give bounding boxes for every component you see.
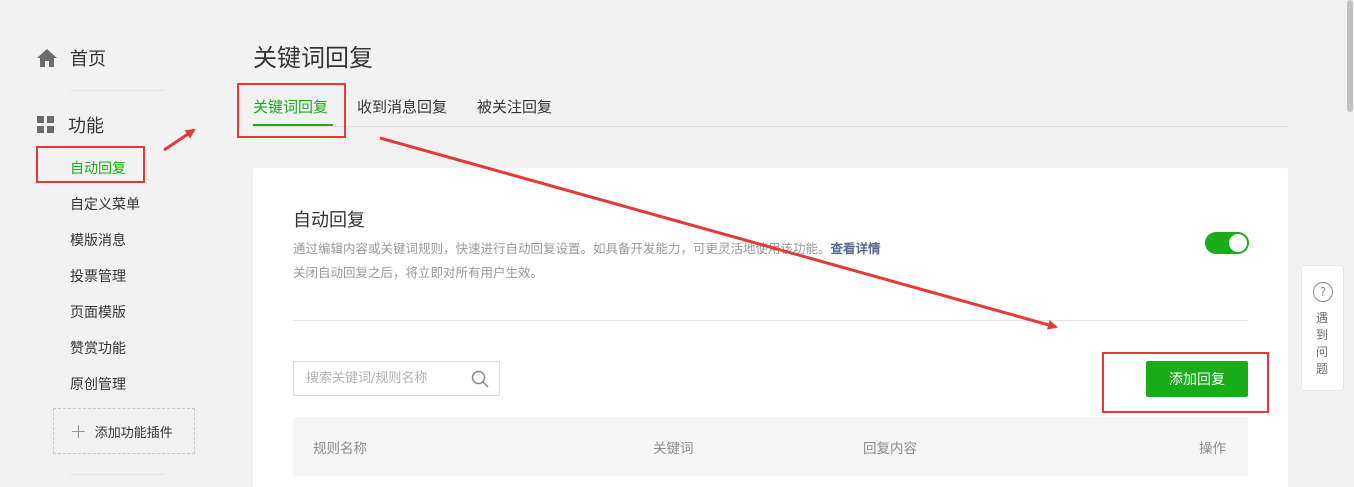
tab-keyword-reply[interactable]: 关键词回复 [253,96,328,117]
sidebar-home-label: 首页 [70,49,106,70]
sidebar: 首页 功能 自动回复 自定义菜单 模版消息 投票管理 页面模版 赞赏功能 原创管… [0,0,210,487]
search-icon[interactable] [471,370,489,388]
sidebar-item-auto-reply[interactable]: 自动回复 [70,158,126,178]
scrollbar-thumb[interactable] [1347,0,1353,112]
grid-icon [37,116,54,133]
plus-icon: + [70,419,87,443]
sidebar-divider-bottom [70,474,165,475]
card-divider [293,320,1248,321]
home-icon [37,49,57,67]
column-reply-content: 回复内容 [863,441,917,457]
add-plugin-button[interactable]: + 添加功能插件 [53,408,195,454]
sidebar-section-function[interactable]: 功能 [36,111,104,139]
view-details-link[interactable]: 查看详情 [831,241,881,256]
column-rule-name: 规则名称 [313,441,367,457]
tab-keyword-reply-label: 关键词回复 [253,98,329,116]
card-description-note: 关闭自动回复之后，将立即对所有用户生效。 [293,265,544,280]
tab-bar: 关键词回复 收到消息回复 被关注回复 [253,94,1288,127]
help-label: 遇到问题 [1316,311,1329,376]
card-description-text: 通过编辑内容或关键词规则，快速进行自动回复设置。如具备开发能力，可更灵活地使用该… [293,241,831,256]
sidebar-item-home[interactable]: 首页 [36,44,106,72]
tab-active-underline [253,124,333,126]
page-title: 关键词回复 [253,44,373,72]
add-reply-button[interactable]: 添加回复 [1146,361,1248,397]
search-box [293,361,500,396]
sidebar-item-original[interactable]: 原创管理 [70,374,126,394]
card-title: 自动回复 [293,210,365,231]
auto-reply-toggle[interactable] [1205,232,1249,254]
table-header: 规则名称 关键词 回复内容 操作 [293,417,1248,476]
sidebar-item-template-message[interactable]: 模版消息 [70,230,126,250]
sidebar-item-page-template[interactable]: 页面模版 [70,302,126,322]
question-icon: ? [1313,282,1333,302]
search-input[interactable] [294,362,464,395]
toggle-knob [1229,234,1247,252]
sidebar-item-custom-menu[interactable]: 自定义菜单 [70,194,140,214]
column-actions: 操作 [1199,441,1226,457]
card-description: 通过编辑内容或关键词规则，快速进行自动回复设置。如具备开发能力，可更灵活地使用该… [293,238,881,257]
tab-follow-reply[interactable]: 被关注回复 [477,96,552,117]
help-widget[interactable]: ? 遇到问题 [1301,265,1344,391]
sidebar-item-reward[interactable]: 赞赏功能 [70,338,126,358]
sidebar-function-label: 功能 [68,116,104,137]
auto-reply-card: 自动回复 通过编辑内容或关键词规则，快速进行自动回复设置。如具备开发能力，可更灵… [253,168,1288,487]
column-keyword: 关键词 [653,441,694,457]
sidebar-divider [70,90,165,91]
sidebar-item-vote[interactable]: 投票管理 [70,266,126,286]
tab-message-reply[interactable]: 收到消息回复 [357,96,447,117]
add-plugin-label: 添加功能插件 [94,425,173,441]
